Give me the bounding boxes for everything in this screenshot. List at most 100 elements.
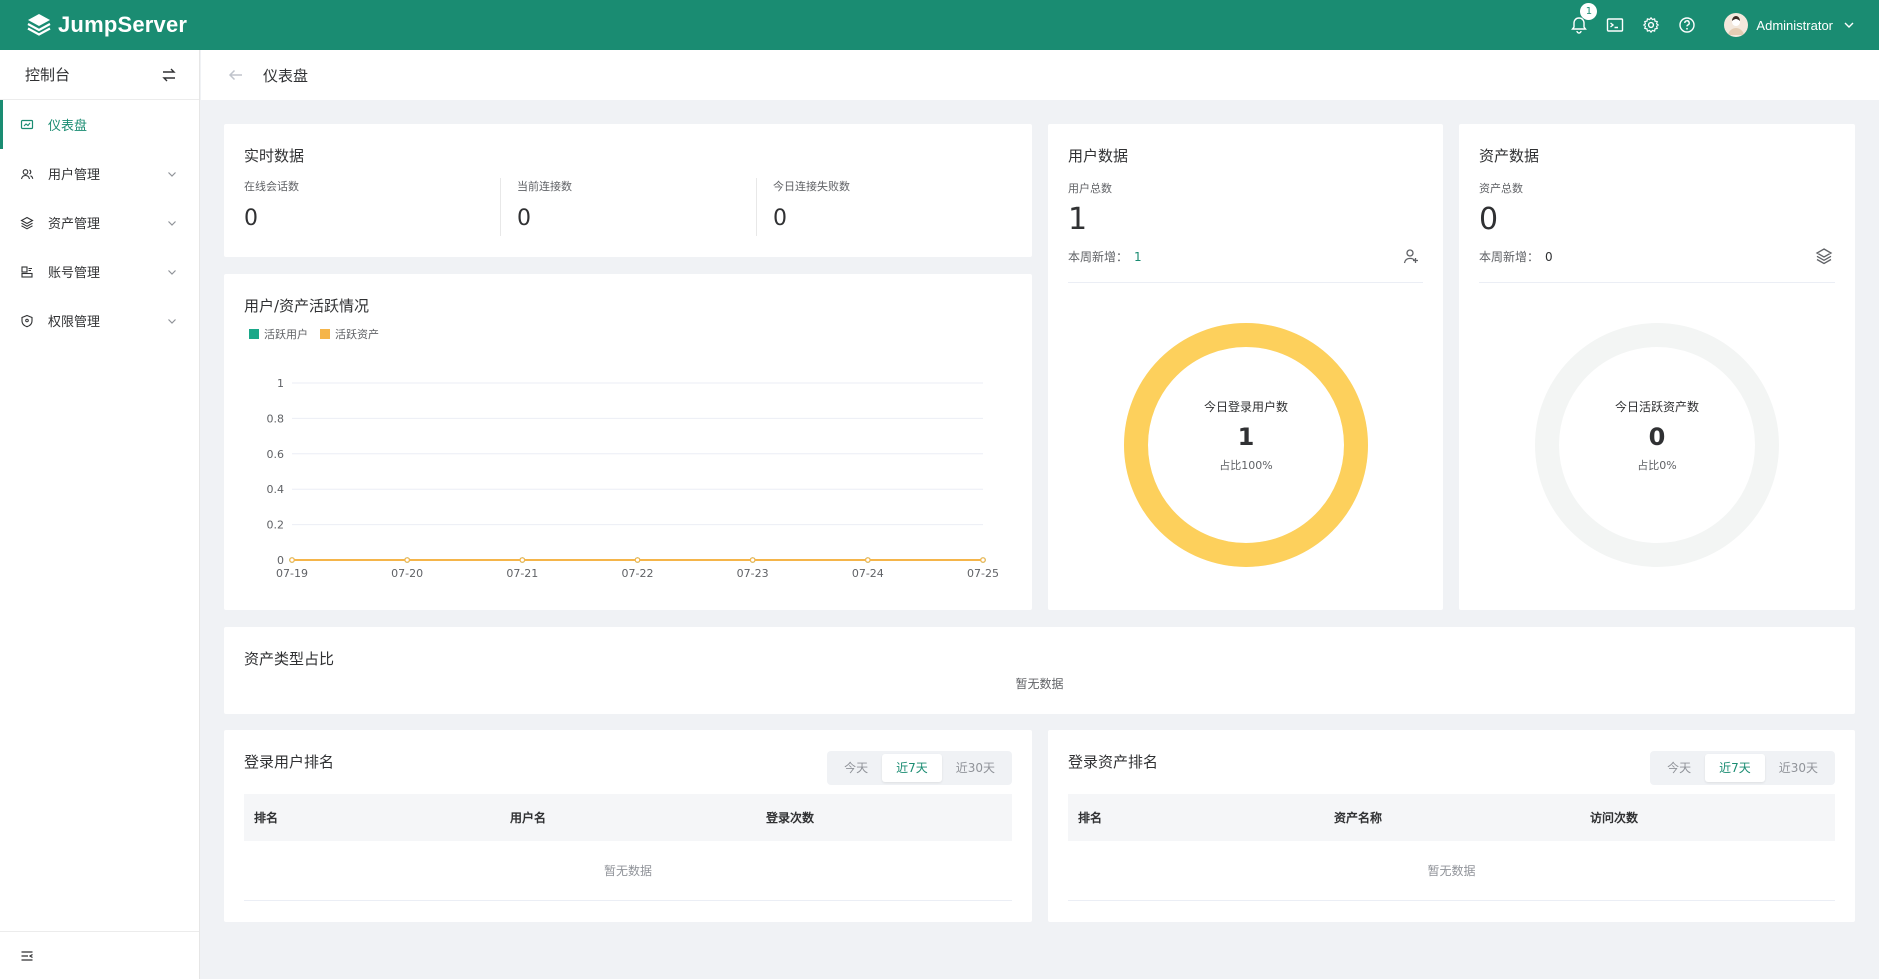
column-header[interactable]: 访问次数: [1590, 809, 1638, 826]
table-header: 排名 资产名称 访问次数: [1068, 794, 1835, 841]
help-button[interactable]: [1678, 16, 1696, 34]
activity-line-chart: 0 0.2 0.4 0.6 0.8 1 07-19 07-20 07-21 07-22 07-23 0…: [267, 377, 999, 580]
sidebar-item-accounts[interactable]: 账号管理: [0, 247, 199, 296]
app-logo[interactable]: JumpServer: [26, 12, 187, 38]
sidebar-item-label: 仪表盘: [48, 119, 88, 134]
user-menu[interactable]: Administrator: [1724, 13, 1855, 37]
switch-view-icon[interactable]: [161, 67, 177, 83]
donut-label: 今日活跃资产数 0 占比0%: [1557, 398, 1757, 473]
sidebar-item-label: 权限管理: [48, 315, 101, 330]
x-tick-label: 07-19: [276, 567, 308, 580]
asset-data-card: 资产数据 资产总数 0 本周新增： 0 今日活跃资产数 0 占比0%: [1459, 124, 1855, 610]
donut-title: 今日活跃资产数: [1614, 400, 1699, 414]
web-terminal-button[interactable]: [1606, 16, 1624, 34]
sidebar-item-users[interactable]: 用户管理: [0, 149, 199, 198]
week-new-users: 本周新增： 1: [1068, 248, 1142, 265]
chevron-down-icon: [1844, 22, 1854, 28]
shield-icon: [20, 314, 34, 328]
terminal-icon: [1607, 18, 1624, 32]
top-navbar: JumpServer 1 Administrator: [0, 0, 1879, 50]
donut-percent: 占比0%: [1637, 459, 1677, 472]
settings-button[interactable]: [1642, 16, 1660, 34]
chevron-down-icon: [168, 318, 176, 324]
card-title: 用户数据: [1068, 147, 1129, 165]
period-tabs: 今天 近7天 近30天: [827, 751, 1012, 785]
week-new-value[interactable]: 1: [1134, 250, 1142, 264]
card-title: 实时数据: [244, 147, 305, 165]
sidebar-item-dashboard[interactable]: 仪表盘: [0, 100, 199, 149]
app-name: JumpServer: [58, 12, 188, 37]
stat-online-sessions: 在线会话数 0: [244, 178, 484, 238]
column-header[interactable]: 排名: [1078, 809, 1102, 826]
card-title: 资产数据: [1479, 147, 1540, 165]
activity-card: 用户/资产活跃情况 活跃用户 活跃资产 0 0.2 0.4 0.6 0.8 1 07-19 0…: [224, 274, 1032, 610]
empty-state: 暂无数据: [1015, 677, 1064, 691]
data-point: [519, 557, 526, 563]
user-data-card: 用户数据 用户总数 1 本周新增： 1 今日登录用户数 1 占比100%: [1048, 124, 1443, 610]
ranking-table: 排名 资产名称 访问次数 暂无数据: [1068, 794, 1835, 901]
tab-7-days[interactable]: 近7天: [1705, 754, 1765, 782]
page-header: 仪表盘: [201, 50, 1879, 100]
chevron-down-icon: [168, 171, 176, 177]
user-name: Administrator: [1756, 17, 1833, 33]
chevron-down-icon: [168, 220, 176, 226]
table-body: 暂无数据: [1068, 841, 1835, 901]
column-header[interactable]: 用户名: [510, 809, 546, 826]
y-tick-label: 0.2: [267, 519, 285, 532]
empty-state: 暂无数据: [1427, 864, 1476, 878]
tab-30-days[interactable]: 近30天: [942, 754, 1009, 782]
data-point: [980, 557, 986, 563]
users-icon: [20, 167, 34, 181]
sidebar-item-permissions[interactable]: 权限管理: [0, 296, 199, 345]
divider: [1068, 282, 1423, 283]
y-tick-label: 0.8: [267, 412, 285, 425]
stat-value: 0: [773, 206, 787, 231]
data-point: [749, 557, 756, 563]
column-header[interactable]: 排名: [254, 809, 278, 826]
column-header[interactable]: 资产名称: [1334, 809, 1382, 826]
table-header: 排名 用户名 登录次数: [244, 794, 1012, 841]
asset-type-card: 资产类型占比 暂无数据: [224, 627, 1855, 714]
data-point: [404, 557, 410, 563]
tab-7-days[interactable]: 近7天: [882, 754, 942, 782]
y-tick-label: 0.6: [267, 448, 285, 461]
column-header[interactable]: 登录次数: [766, 809, 814, 826]
asset-total-value: 0: [1479, 202, 1499, 237]
sidebar-item-assets[interactable]: 资产管理: [0, 198, 199, 247]
empty-state: 暂无数据: [603, 864, 652, 878]
back-arrow-icon[interactable]: [227, 66, 245, 84]
x-tick-label: 07-23: [737, 567, 769, 580]
data-point: [634, 557, 641, 563]
user-total-label: 用户总数: [1068, 182, 1112, 195]
tab-today[interactable]: 今天: [830, 754, 882, 782]
sidebar-header: 控制台: [0, 50, 199, 100]
divider: [756, 178, 757, 236]
tab-today[interactable]: 今天: [1653, 754, 1705, 782]
donut-percent: 占比100%: [1219, 459, 1273, 472]
sidebar-item-label: 资产管理: [48, 217, 101, 232]
x-tick-label: 07-25: [967, 567, 999, 580]
notifications-button[interactable]: 1: [1570, 3, 1598, 34]
help-icon: [1679, 17, 1696, 33]
donut-title: 今日登录用户数: [1203, 400, 1288, 414]
user-ranking-card: 登录用户排名 今天 近7天 近30天 排名 用户名 登录次数 暂无数据: [224, 730, 1032, 922]
card-title: 登录资产排名: [1068, 753, 1159, 771]
x-tick-label: 07-20: [391, 567, 423, 580]
x-tick-label: 07-22: [622, 567, 654, 580]
card-title: 资产类型占比: [244, 650, 335, 668]
stat-value: 0: [517, 206, 531, 231]
stat-label: 在线会话数: [244, 180, 299, 193]
stat-failed-connections: 今日连接失败数 0: [773, 178, 1013, 238]
week-new-label: 本周新增：: [1479, 250, 1540, 264]
asset-ranking-card: 登录资产排名 今天 近7天 近30天 排名 资产名称 访问次数 暂无数据: [1048, 730, 1855, 922]
notification-badge: 1: [1580, 3, 1598, 20]
tab-30-days[interactable]: 近30天: [1765, 754, 1832, 782]
table-body: 暂无数据: [244, 841, 1012, 901]
layers-icon: [1815, 248, 1833, 265]
sidebar-collapse-button[interactable]: [0, 931, 199, 979]
stat-value: 0: [244, 206, 258, 231]
week-new-assets: 本周新增： 0: [1479, 248, 1553, 265]
card-title: 登录用户排名: [244, 753, 335, 771]
asset-total-label: 资产总数: [1479, 182, 1523, 195]
donut-value: 0: [1648, 423, 1666, 451]
